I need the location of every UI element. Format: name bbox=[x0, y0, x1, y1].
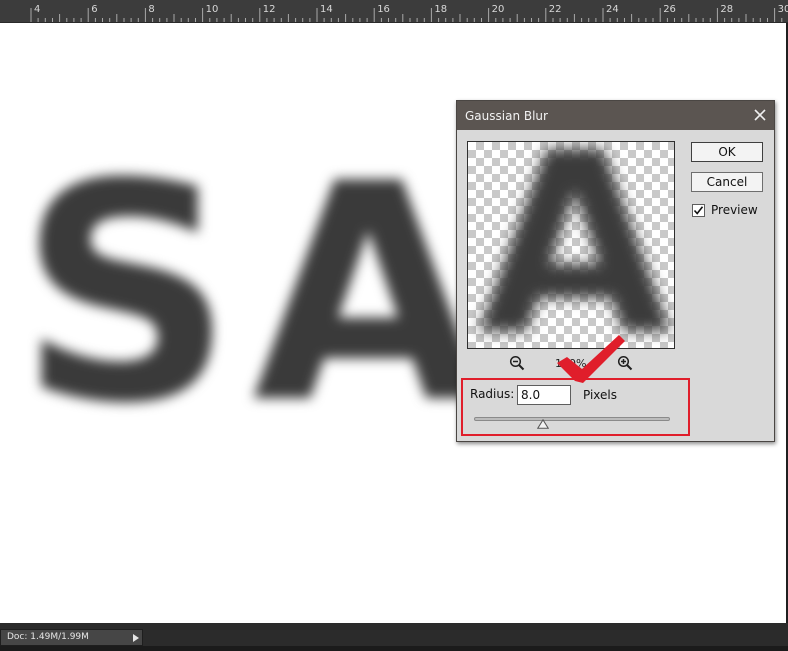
ruler-label: 28 bbox=[720, 4, 734, 15]
filter-preview[interactable]: A bbox=[467, 141, 675, 349]
close-icon[interactable] bbox=[752, 107, 768, 123]
ruler-label: 4 bbox=[34, 4, 41, 15]
bottom-edge bbox=[0, 646, 788, 651]
ruler-label: 18 bbox=[434, 4, 448, 15]
ruler-label: 26 bbox=[663, 4, 676, 15]
radius-unit-label: Pixels bbox=[583, 388, 618, 402]
dialog-title-bar[interactable]: Gaussian Blur bbox=[457, 101, 774, 130]
ruler-label: 24 bbox=[606, 4, 619, 15]
checkbox-check-icon bbox=[693, 205, 704, 215]
gaussian-blur-dialog: Gaussian Blur A 100% OK Cancel Preview R… bbox=[456, 100, 775, 442]
zoom-out-icon[interactable] bbox=[509, 355, 525, 371]
ruler-label: 6 bbox=[91, 4, 98, 15]
preview-letter: A bbox=[478, 141, 672, 349]
ruler-label: 8 bbox=[148, 4, 155, 15]
doc-size-text: Doc: 1.49M/1.99M bbox=[7, 632, 89, 642]
ruler-label: 14 bbox=[320, 4, 333, 15]
horizontal-ruler: 4 6 8 10 12 14 16 18 20 22 24 26 28 30 bbox=[0, 0, 788, 23]
ruler-label: 30 bbox=[777, 4, 788, 15]
ruler-label: 22 bbox=[548, 4, 562, 15]
ruler-label: 20 bbox=[491, 4, 505, 15]
preview-checkbox[interactable] bbox=[692, 203, 705, 217]
slider-thumb-icon[interactable] bbox=[536, 419, 549, 429]
doc-size-indicator[interactable]: Doc: 1.49M/1.99M bbox=[0, 629, 143, 646]
ok-button[interactable]: OK bbox=[691, 142, 763, 162]
preview-checkbox-row[interactable]: Preview bbox=[692, 202, 758, 218]
ruler-label: 16 bbox=[377, 4, 390, 15]
radius-slider-track[interactable] bbox=[474, 417, 670, 421]
red-checkmark-annotation-icon bbox=[557, 335, 625, 383]
ruler-label: 12 bbox=[262, 4, 276, 15]
radius-label: Radius: bbox=[470, 387, 515, 401]
ruler-label: 10 bbox=[205, 4, 219, 15]
blurred-canvas-text: SA bbox=[18, 120, 503, 469]
radius-input[interactable]: 8.0 bbox=[517, 385, 571, 405]
status-menu-arrow-icon[interactable] bbox=[133, 634, 139, 642]
dialog-title: Gaussian Blur bbox=[465, 109, 548, 123]
cancel-button[interactable]: Cancel bbox=[691, 172, 763, 192]
preview-label: Preview bbox=[711, 203, 758, 217]
